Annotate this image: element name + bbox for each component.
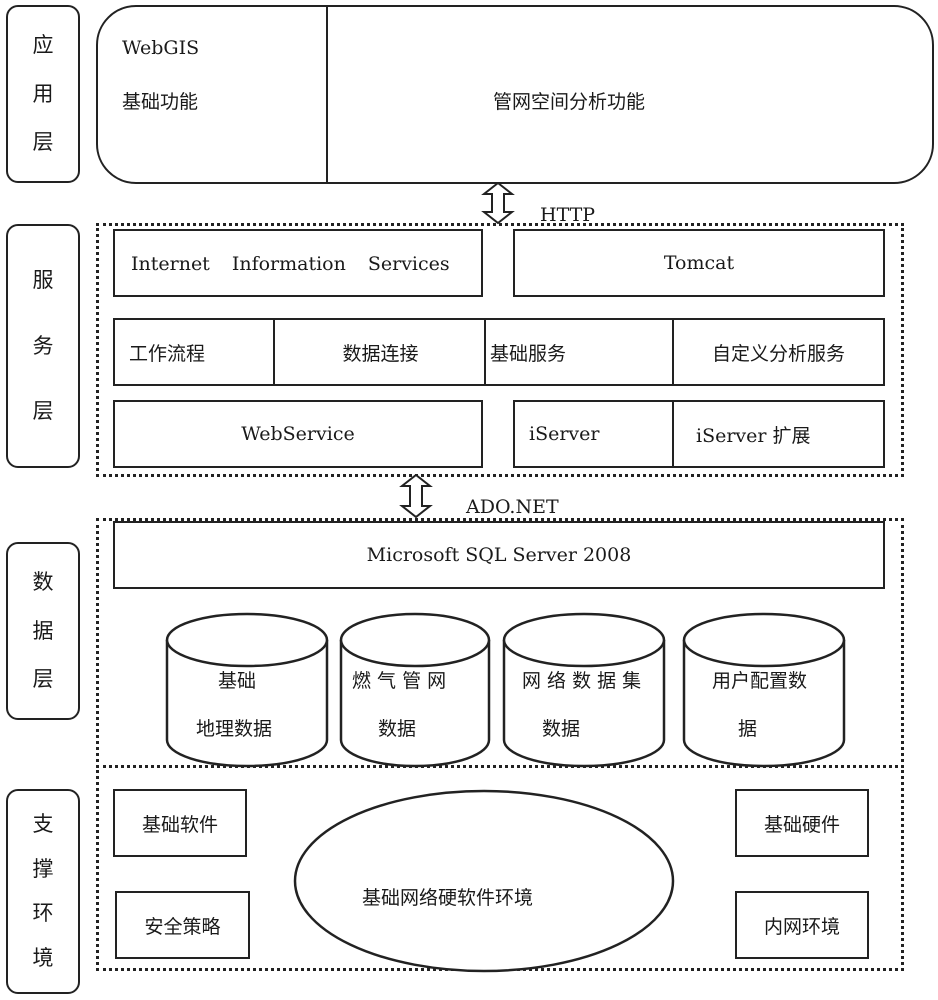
iis-word: Information <box>231 253 346 275</box>
network-analysis-functions: 管网空间分析功能 <box>493 91 646 113</box>
iserver-group: iServer iServer 扩展 <box>513 400 885 468</box>
db-basic-geo-line1: 基础 <box>218 670 257 692</box>
custom-analysis-cell: 自定义分析服务 <box>674 320 883 384</box>
workflow-label: 工作流程 <box>129 342 206 365</box>
layer-char: 境 <box>32 945 54 970</box>
layer-char: 数 <box>32 569 54 594</box>
sql-server-label: Microsoft SQL Server 2008 <box>366 544 632 566</box>
db-gas-network-line2: 数据 <box>378 718 417 740</box>
db-gas-network-line1: 燃 气 管 网 <box>352 670 447 692</box>
basic-software-box: 基础软件 <box>113 789 247 857</box>
webgis-basic-functions: 基础功能 <box>122 91 199 113</box>
layer-label-support: 支 撑 环 境 <box>6 789 80 994</box>
iserver-label: iServer <box>529 423 600 445</box>
basic-services-label: 基础服务 <box>490 342 567 365</box>
custom-analysis-label: 自定义分析服务 <box>711 342 845 365</box>
adonet-label: ADO.NET <box>466 496 559 518</box>
webservice-box: WebService <box>113 400 483 468</box>
security-policy-box: 安全策略 <box>115 891 250 959</box>
tomcat-box: Tomcat <box>513 229 885 297</box>
workflow-cell: 工作流程 <box>115 320 275 384</box>
iserver-ext-cell: iServer 扩展 <box>674 402 883 466</box>
layer-char: 服 <box>32 268 54 293</box>
layer-label-service: 服 务 层 <box>6 224 80 468</box>
intranet-label: 内网环境 <box>763 915 840 938</box>
application-layer-box: WebGIS 基础功能 管网空间分析功能 <box>96 5 934 184</box>
application-divider <box>326 7 328 182</box>
layer-char: 应 <box>32 32 54 57</box>
webgis-label: WebGIS <box>122 37 200 59</box>
network-environment-label: 基础网络硬软件环境 <box>362 887 534 909</box>
basic-hardware-label: 基础硬件 <box>763 813 840 836</box>
layer-char: 用 <box>32 81 54 106</box>
data-connection-cell: 数据连接 <box>275 320 486 384</box>
service-components-row: 工作流程 数据连接 基础服务 自定义分析服务 <box>113 318 885 386</box>
iis-word: Internet <box>131 253 210 275</box>
data-connection-label: 数据连接 <box>342 342 419 365</box>
tomcat-label: Tomcat <box>663 252 735 274</box>
adonet-arrow-icon <box>399 474 433 518</box>
basic-services-cell: 基础服务 <box>486 320 675 384</box>
db-network-dataset-line2: 数据 <box>542 718 581 740</box>
db-user-config-line1: 用户配置数 <box>712 670 808 692</box>
sql-server-box: Microsoft SQL Server 2008 <box>113 521 885 589</box>
network-environment-ellipse <box>293 789 675 973</box>
layer-char: 层 <box>32 398 54 423</box>
intranet-box: 内网环境 <box>735 891 869 959</box>
iis-box: Internet Information Services <box>113 229 483 297</box>
db-basic-geo-line2: 地理数据 <box>196 718 273 740</box>
db-user-config-line2: 据 <box>738 718 758 740</box>
iserver-cell: iServer <box>515 402 673 466</box>
webservice-label: WebService <box>241 423 355 445</box>
layer-char: 层 <box>32 667 54 692</box>
layer-label-application: 应 用 层 <box>6 5 80 183</box>
http-arrow-icon <box>481 182 515 224</box>
layer-char: 撑 <box>32 856 54 881</box>
iis-label: Internet Information Services <box>131 253 450 275</box>
basic-hardware-box: 基础硬件 <box>735 789 869 857</box>
layer-char: 据 <box>32 618 54 643</box>
layer-char: 环 <box>32 901 54 926</box>
layer-char: 务 <box>32 333 54 358</box>
layer-char: 支 <box>32 812 54 837</box>
security-policy-label: 安全策略 <box>144 915 221 938</box>
basic-software-label: 基础软件 <box>141 813 218 836</box>
iis-word: Services <box>367 253 450 275</box>
db-network-dataset-line1: 网 络 数 据 集 <box>522 670 642 692</box>
iserver-ext-label: iServer 扩展 <box>696 424 811 447</box>
layer-char: 层 <box>32 130 54 155</box>
layer-label-data: 数 据 层 <box>6 542 80 720</box>
